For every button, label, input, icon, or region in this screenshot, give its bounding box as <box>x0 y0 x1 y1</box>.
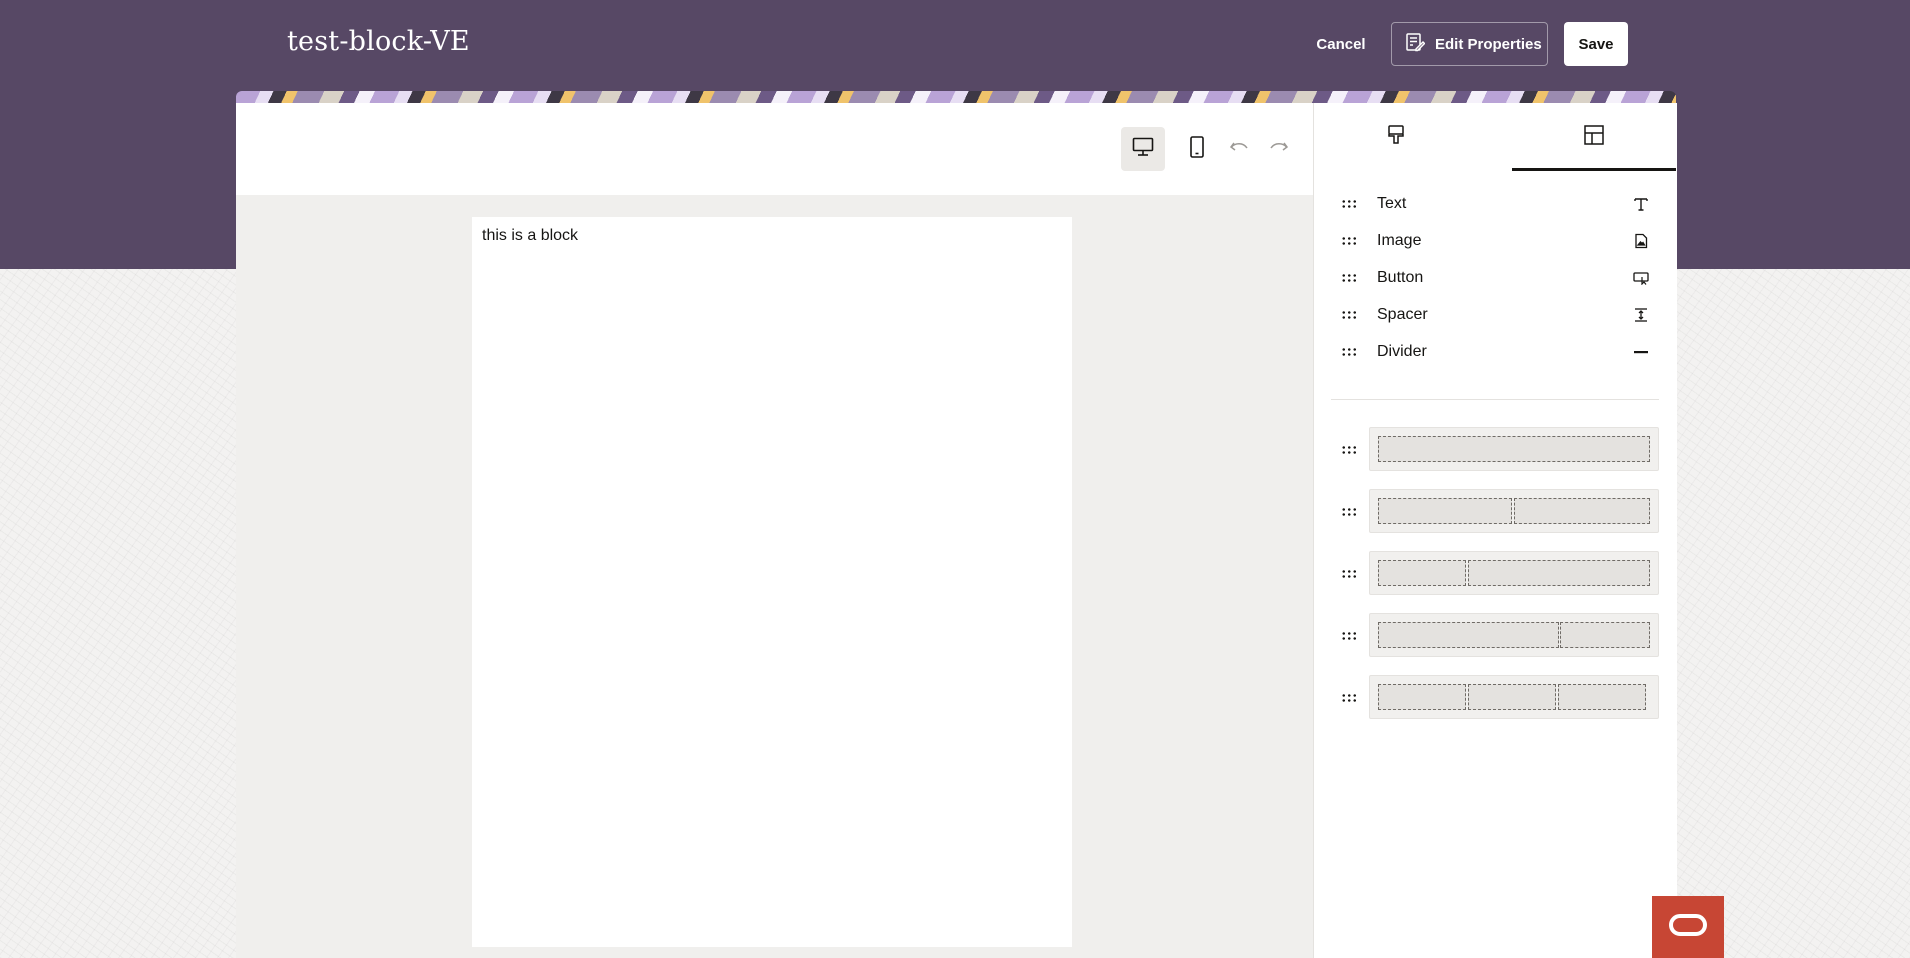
component-label: Spacer <box>1377 305 1428 323</box>
cancel-button[interactable]: Cancel <box>1310 22 1372 66</box>
component-spacer[interactable]: Spacer <box>1314 296 1677 333</box>
drag-handle-icon[interactable] <box>1341 198 1357 209</box>
canvas-stage: this is a block <box>236 195 1313 958</box>
undo-button[interactable] <box>1217 127 1261 171</box>
layout-preview[interactable] <box>1369 551 1659 595</box>
desktop-view-button[interactable] <box>1121 127 1165 171</box>
components-panel: Text Image Button Spacer Divider <box>1313 103 1677 958</box>
layout-cell <box>1378 436 1650 462</box>
layout-cell <box>1560 622 1650 648</box>
layout-cell <box>1378 684 1466 710</box>
layout-icon <box>1583 124 1605 151</box>
edit-properties-icon <box>1405 32 1426 56</box>
layout-cell <box>1514 498 1650 524</box>
layout-cell <box>1468 560 1650 586</box>
save-button[interactable]: Save <box>1564 22 1628 66</box>
panel-divider <box>1331 399 1659 400</box>
component-divider[interactable]: Divider <box>1314 333 1677 370</box>
page-title: test-block-VE <box>287 26 470 57</box>
component-button[interactable]: Button <box>1314 259 1677 296</box>
drag-handle-icon[interactable] <box>1341 569 1357 579</box>
canvas-area: this is a block <box>236 103 1313 958</box>
component-label: Text <box>1377 194 1407 212</box>
redo-icon <box>1269 139 1289 160</box>
layout-cell <box>1558 684 1646 710</box>
component-image[interactable]: Image <box>1314 222 1677 259</box>
block-text[interactable]: this is a block <box>482 227 578 245</box>
drag-handle-icon[interactable] <box>1341 235 1357 246</box>
drag-handle-icon[interactable] <box>1341 631 1357 641</box>
oracle-logo-icon <box>1668 912 1708 943</box>
component-label: Divider <box>1377 342 1427 360</box>
decorative-banner <box>236 91 1676 103</box>
divider-icon <box>1632 343 1650 361</box>
component-list: Text Image Button Spacer Divider <box>1314 185 1677 370</box>
paint-brush-icon <box>1387 124 1405 151</box>
image-icon <box>1632 232 1650 250</box>
spacer-icon <box>1632 306 1650 324</box>
tab-layout[interactable] <box>1512 103 1676 171</box>
layout-cell <box>1378 622 1559 648</box>
component-text[interactable]: Text <box>1314 185 1677 222</box>
drag-handle-icon[interactable] <box>1341 346 1357 357</box>
layout-two-columns-equal[interactable] <box>1314 489 1677 535</box>
desktop-icon <box>1132 137 1154 162</box>
component-label: Button <box>1377 268 1424 286</box>
oracle-assistant-button[interactable] <box>1652 896 1724 958</box>
edit-properties-label: Edit Properties <box>1435 35 1542 53</box>
drag-handle-icon[interactable] <box>1341 309 1357 320</box>
layout-preview[interactable] <box>1369 427 1659 471</box>
layout-preview[interactable] <box>1369 613 1659 657</box>
layout-cell <box>1468 684 1556 710</box>
component-label: Image <box>1377 231 1422 249</box>
drag-handle-icon[interactable] <box>1341 693 1357 703</box>
edit-properties-button[interactable]: Edit Properties <box>1391 22 1548 66</box>
editor-panel: this is a block Text Image Button Spacer… <box>236 103 1677 958</box>
layout-two-columns-wide-narrow[interactable] <box>1314 613 1677 659</box>
text-icon <box>1632 195 1650 213</box>
tab-style[interactable] <box>1314 103 1478 171</box>
mobile-view-button[interactable] <box>1175 127 1219 171</box>
layout-cell <box>1378 498 1512 524</box>
block-canvas[interactable]: this is a block <box>472 217 1072 947</box>
layout-two-columns-narrow-wide[interactable] <box>1314 551 1677 597</box>
redo-button[interactable] <box>1257 127 1301 171</box>
layout-cell <box>1378 560 1466 586</box>
layout-three-columns[interactable] <box>1314 675 1677 721</box>
drag-handle-icon[interactable] <box>1341 507 1357 517</box>
undo-icon <box>1229 139 1249 160</box>
mobile-icon <box>1189 135 1205 163</box>
editor-toolbar <box>236 103 1313 195</box>
layout-preview[interactable] <box>1369 675 1659 719</box>
button-icon <box>1632 269 1650 287</box>
drag-handle-icon[interactable] <box>1341 272 1357 283</box>
layout-preview[interactable] <box>1369 489 1659 533</box>
layout-one-column[interactable] <box>1314 427 1677 473</box>
drag-handle-icon[interactable] <box>1341 445 1357 455</box>
